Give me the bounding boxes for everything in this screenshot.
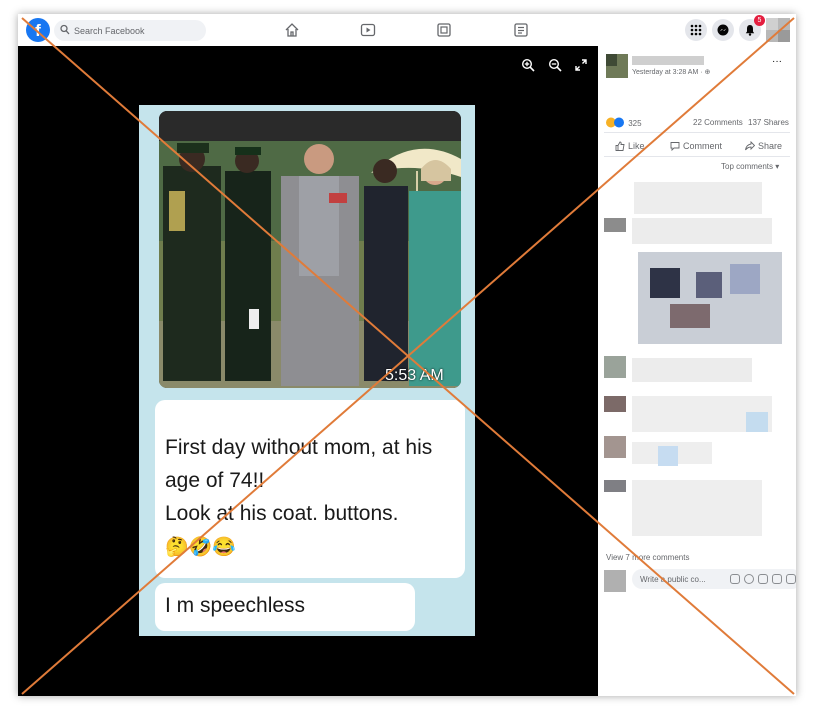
post-more-button[interactable]: ···	[772, 56, 782, 67]
ceremony-photo	[159, 111, 461, 388]
view-more-comments-link[interactable]: View 7 more comments	[606, 553, 689, 562]
camera-icon[interactable]	[758, 574, 768, 584]
facebook-logo[interactable]: f	[26, 18, 50, 42]
post-timestamp: Yesterday at 3:28 AM · ⊕	[632, 69, 711, 76]
sort-comments-dropdown[interactable]: Top comments ▾	[721, 162, 779, 171]
gif-icon[interactable]	[730, 574, 740, 584]
messenger-icon	[717, 24, 729, 36]
search-input[interactable]	[74, 23, 200, 38]
bell-icon	[745, 25, 755, 36]
message-line-1: First day without mom, at his	[165, 436, 433, 459]
gif-sticker-icon[interactable]	[772, 574, 782, 584]
share-icon	[745, 140, 756, 151]
emoji-icon[interactable]	[744, 574, 754, 584]
comments-count[interactable]: 22 Comments	[693, 118, 743, 127]
search-icon	[60, 24, 70, 35]
news-feed-icon[interactable]	[513, 22, 529, 38]
profile-avatar[interactable]	[766, 18, 790, 42]
second-message-bubble: I m speechless	[155, 583, 415, 631]
zoom-in-icon[interactable]	[521, 58, 535, 72]
comment-image-blurred	[638, 252, 782, 344]
thumbs-up-icon	[615, 141, 625, 151]
sticker-icon[interactable]	[786, 574, 796, 584]
comment-input[interactable]	[640, 573, 712, 585]
search-box[interactable]	[54, 20, 206, 41]
grid-icon	[690, 24, 702, 36]
home-icon[interactable]	[284, 22, 300, 38]
message-line-2: age of 74!!	[165, 469, 265, 492]
share-button[interactable]: Share	[745, 140, 782, 151]
fullscreen-icon[interactable]	[574, 58, 588, 72]
post-details-panel: Yesterday at 3:28 AM · ⊕ ··· 325 22 Comm…	[598, 46, 796, 696]
message-bubble: First day without mom, at his age of 74!…	[155, 400, 465, 578]
poster-name-blurred	[632, 56, 704, 65]
shares-count[interactable]: 137 Shares	[748, 118, 789, 127]
commenter-avatar[interactable]	[604, 396, 626, 412]
commenter-avatar[interactable]	[604, 218, 626, 232]
comment-icon	[670, 142, 680, 152]
reactions-summary[interactable]: 325	[606, 117, 642, 128]
commenter-avatar[interactable]	[604, 356, 626, 378]
top-navigation-bar: f 5	[18, 14, 796, 47]
commenter-avatar[interactable]	[604, 436, 626, 458]
chat-photo	[159, 111, 461, 388]
reaction-icons	[606, 117, 624, 128]
messenger-button[interactable]	[712, 19, 734, 41]
menu-grid-button[interactable]	[685, 19, 707, 41]
thinking-emoji: 🤔	[165, 537, 189, 558]
watch-video-icon[interactable]	[360, 22, 376, 38]
current-user-avatar	[604, 570, 626, 592]
photo-timestamp: 5:53 AM	[385, 367, 444, 384]
zoom-out-icon[interactable]	[548, 58, 562, 72]
caret-down-icon: ▾	[775, 162, 780, 171]
commenter-avatar[interactable]	[604, 480, 626, 492]
second-message-text: I m speechless	[165, 594, 306, 617]
message-line-3: Look at his coat. buttons.	[165, 502, 399, 525]
message-emojis: 🤔🤣😂	[165, 535, 236, 559]
rofl-emoji: 🤣	[188, 537, 213, 558]
marketplace-icon[interactable]	[436, 22, 452, 38]
globe-icon: ⊕	[704, 69, 711, 76]
comment-button[interactable]: Comment	[670, 141, 722, 152]
like-button[interactable]: Like	[615, 141, 645, 151]
notification-count-badge: 5	[754, 15, 765, 26]
laughing-emoji: 😂	[212, 537, 237, 558]
screenshot-frame: f 5	[18, 14, 796, 696]
comment-composer[interactable]	[632, 569, 796, 589]
